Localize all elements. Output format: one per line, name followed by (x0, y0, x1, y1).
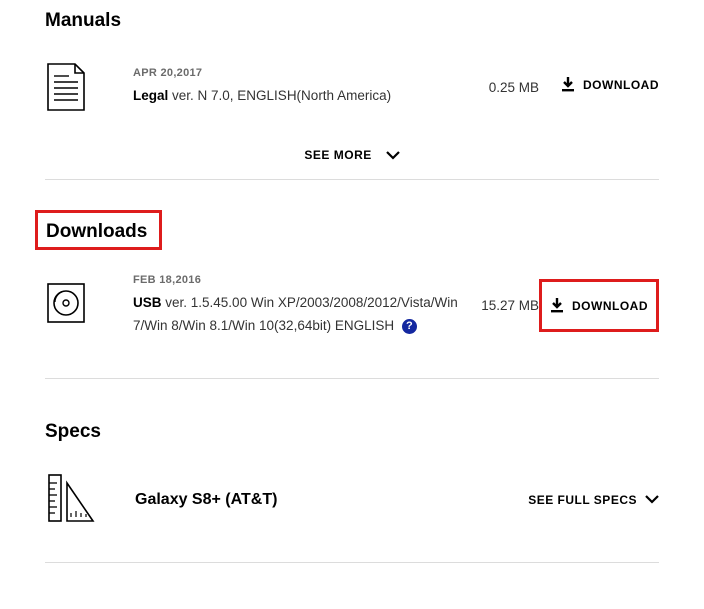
downloads-heading: Downloads (46, 221, 147, 242)
see-more-button[interactable]: SEE MORE (45, 130, 659, 179)
document-icon (45, 62, 87, 112)
divider (45, 179, 659, 180)
download-date: FEB 18,2016 (133, 274, 459, 286)
manual-date: APR 20,2017 (133, 67, 459, 79)
download-size: 15.27 MB (459, 298, 539, 313)
download-button-highlight: DOWNLOAD (539, 279, 659, 332)
download-button[interactable]: DOWNLOAD (539, 279, 659, 332)
manual-download-cell: DOWNLOAD (539, 77, 659, 97)
manual-row: APR 20,2017 Legal ver. N 7.0, ENGLISH(No… (45, 56, 659, 130)
disc-icon (45, 278, 87, 328)
see-full-specs-button[interactable]: SEE FULL SPECS (528, 493, 659, 507)
specs-product-name: Galaxy S8+ (AT&T) (135, 491, 528, 509)
specs-row: Galaxy S8+ (AT&T) SEE FULL SPECS (45, 469, 659, 562)
download-desc: USB ver. 1.5.45.00 Win XP/2003/2008/2012… (133, 292, 459, 338)
chevron-down-icon (645, 493, 659, 507)
manuals-heading: Manuals (45, 10, 659, 32)
download-label: DOWNLOAD (583, 78, 659, 92)
download-info: FEB 18,2016 USB ver. 1.5.45.00 Win XP/20… (133, 274, 459, 338)
manual-size: 0.25 MB (459, 80, 539, 95)
divider (45, 562, 659, 563)
chevron-down-icon (386, 149, 400, 163)
see-more-label: SEE MORE (304, 148, 371, 162)
download-icon (561, 77, 575, 92)
manual-info: APR 20,2017 Legal ver. N 7.0, ENGLISH(No… (133, 67, 459, 108)
download-label: DOWNLOAD (572, 299, 648, 313)
download-icon (550, 298, 564, 313)
see-full-label: SEE FULL SPECS (528, 493, 637, 507)
downloads-heading-highlight: Downloads (35, 210, 162, 250)
download-row: FEB 18,2016 USB ver. 1.5.45.00 Win XP/20… (45, 268, 659, 356)
manual-desc: Legal ver. N 7.0, ENGLISH(North America) (133, 85, 459, 108)
help-icon[interactable]: ? (402, 319, 417, 334)
download-button[interactable]: DOWNLOAD (561, 77, 659, 92)
specs-heading: Specs (45, 421, 659, 443)
specs-icon (45, 469, 97, 532)
divider (45, 378, 659, 379)
